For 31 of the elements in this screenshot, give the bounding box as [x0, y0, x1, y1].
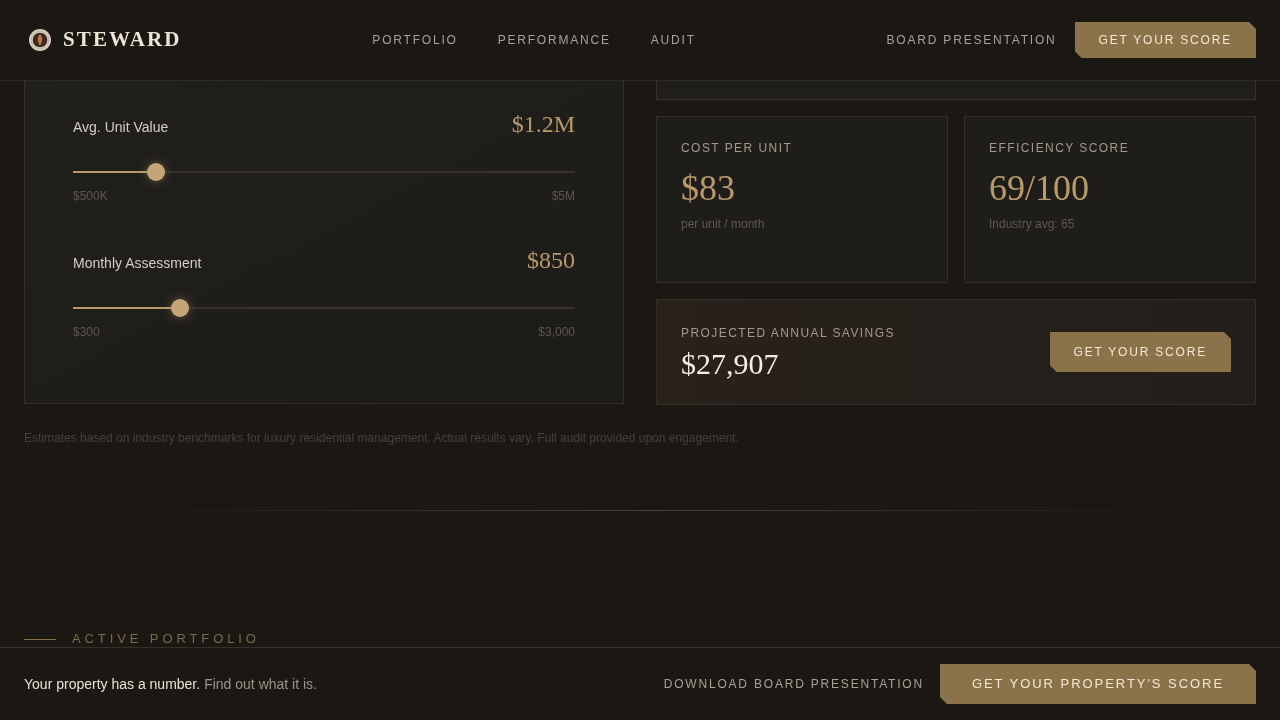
get-property-score-button[interactable]: GET YOUR PROPERTY'S SCORE: [939, 664, 1256, 704]
get-score-button[interactable]: GET YOUR SCORE: [1074, 22, 1256, 58]
slider-max-label: $5M: [551, 188, 575, 204]
slider-label: Avg. Unit Value: [73, 118, 169, 137]
nav-link[interactable]: PERFORMANCE: [497, 31, 611, 49]
logo-icon: [29, 29, 51, 51]
get-score-button[interactable]: GET YOUR SCORE: [1049, 332, 1231, 372]
slider-min-label: $500K: [73, 188, 108, 204]
section-heading: ACTIVE PORTFOLIO: [72, 632, 260, 646]
slider-max-label: $3,000: [538, 324, 575, 340]
slider-value: $850: [527, 246, 575, 275]
slider-thumb[interactable]: [171, 299, 190, 317]
metric-label: COST PER UNIT: [681, 140, 794, 156]
nav-link[interactable]: AUDIT: [650, 31, 696, 49]
slider-min-label: $300: [73, 324, 100, 340]
download-presentation-link[interactable]: DOWNLOAD BOARD PRESENTATION: [663, 675, 924, 693]
nav-link[interactable]: PORTFOLIO: [372, 31, 458, 49]
slider-thumb[interactable]: [146, 163, 165, 181]
brand-name[interactable]: STEWARD: [63, 24, 182, 56]
metric-note: per unit / month: [681, 216, 766, 232]
slider-label: Monthly Assessment: [73, 254, 202, 273]
savings-value: $27,907: [681, 347, 780, 380]
board-presentation-link[interactable]: BOARD PRESENTATION: [886, 31, 1057, 49]
metric-value: 69/100: [989, 168, 1090, 208]
metric-value: $83: [681, 168, 736, 208]
slider-value: $1.2M: [511, 110, 575, 139]
tagline-text: Your property has a number.: [24, 674, 201, 694]
savings-label: PROJECTED ANNUAL SAVINGS: [681, 324, 895, 341]
metric-label: EFFICIENCY SCORE: [989, 140, 1131, 156]
tagline-subtext: Find out what it is.: [204, 674, 317, 694]
metric-note: Industry avg: 65: [989, 216, 1076, 232]
